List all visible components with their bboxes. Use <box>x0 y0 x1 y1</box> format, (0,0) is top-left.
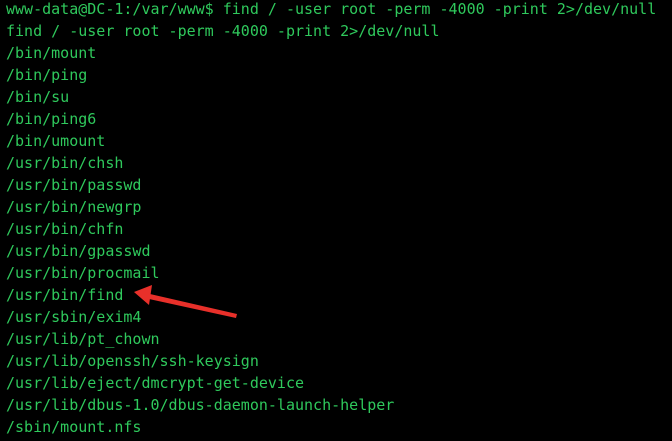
result-line: /usr/bin/passwd <box>6 176 142 194</box>
result-line: /usr/lib/pt_chown <box>6 330 160 348</box>
command-line: www-data@DC-1:/var/www$ find / -user roo… <box>6 0 656 20</box>
result-line: /sbin/mount.nfs <box>6 418 142 436</box>
result-line: /usr/lib/openssh/ssh-keysign <box>6 352 259 370</box>
result-line: /usr/lib/dbus-1.0/dbus-daemon-launch-hel… <box>6 396 395 414</box>
terminal-window[interactable]: www-data@DC-1:/var/www$ find / -user roo… <box>0 0 672 441</box>
result-line: /bin/ping <box>6 66 88 84</box>
command-echo: find / -user root -perm -4000 -print 2>/… <box>6 22 440 40</box>
terminal-output: www-data@DC-1:/var/www$ find / -user roo… <box>6 0 656 438</box>
result-line: /usr/bin/chsh <box>6 154 124 172</box>
result-line: /bin/mount <box>6 44 97 62</box>
shell-prompt: www-data@DC-1:/var/www$ <box>6 0 214 18</box>
result-line: /bin/ping6 <box>6 110 97 128</box>
result-line: /usr/bin/procmail <box>6 264 160 282</box>
result-line-highlighted: /usr/bin/find <box>6 286 124 304</box>
result-line: /bin/umount <box>6 132 106 150</box>
result-line: /usr/bin/gpasswd <box>6 242 151 260</box>
result-line: /bin/su <box>6 88 70 106</box>
result-line: /usr/sbin/exim4 <box>6 308 142 326</box>
result-line: /usr/bin/newgrp <box>6 198 142 216</box>
command-text: find / -user root -perm -4000 -print 2>/… <box>213 0 657 18</box>
result-line: /usr/bin/chfn <box>6 220 124 238</box>
result-line: /usr/lib/eject/dmcrypt-get-device <box>6 374 305 392</box>
